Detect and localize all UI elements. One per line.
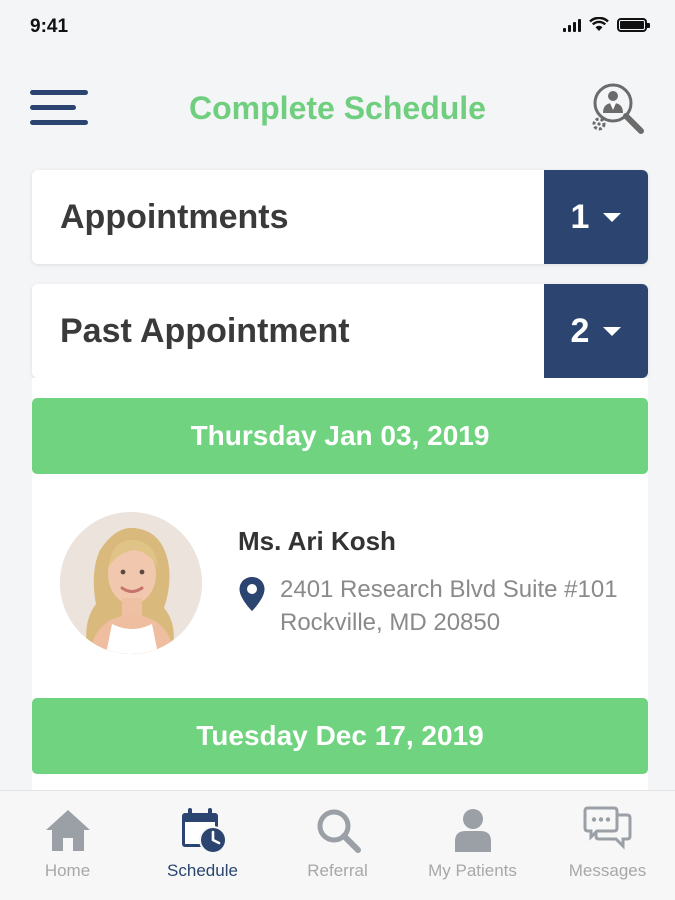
tab-my-patients[interactable]: My Patients [405, 791, 540, 900]
tab-referral-label: Referral [307, 861, 368, 880]
tab-referral[interactable]: Referral [270, 791, 405, 900]
tab-home-label: Home [44, 861, 91, 880]
address-line-1: 2401 Research Blvd Suite #101 [280, 576, 618, 603]
location-pin-icon [239, 577, 265, 611]
tab-home[interactable]: Home [0, 791, 135, 900]
past-appointment-count: 2 [570, 311, 590, 350]
tab-schedule-label: Schedule [167, 861, 238, 880]
status-icons [563, 17, 650, 32]
cellular-signal-icon [563, 18, 581, 32]
chat-bubbles-icon [583, 806, 631, 850]
person-icon [454, 809, 491, 852]
appointments-label: Appointments [60, 198, 289, 236]
past-appointment-section[interactable]: Past Appointment 2 [32, 284, 648, 378]
past-appointment-toggle[interactable]: 2 [544, 284, 648, 378]
doctor-name: Ms. Ari Kosh [238, 526, 396, 556]
bottom-tab-bar: Home Schedule Referral My Patients Messa… [0, 790, 675, 900]
doctor-search-icon [592, 83, 644, 134]
battery-icon [617, 17, 650, 32]
avatar [60, 512, 202, 654]
date-header: Thursday Jan 03, 2019 [32, 398, 648, 474]
appointments-section[interactable]: Appointments 1 [32, 170, 648, 264]
status-time: 9:41 [30, 16, 69, 37]
doctor-search-button[interactable] [589, 80, 647, 138]
past-appointment-label: Past Appointment [60, 312, 350, 350]
tab-schedule[interactable]: Schedule [135, 791, 270, 900]
date-header: Tuesday Dec 17, 2019 [32, 698, 648, 774]
chevron-down-icon [603, 326, 622, 336]
past-appointment-list: Thursday Jan 03, 2019 Ms. Ari Kosh 2401 … [32, 378, 648, 798]
appointments-toggle[interactable]: 1 [544, 170, 648, 264]
home-icon [45, 810, 90, 851]
page-title: Complete Schedule [189, 90, 486, 126]
tab-messages[interactable]: Messages [540, 791, 675, 900]
chevron-down-icon [603, 212, 622, 222]
wifi-icon [589, 17, 609, 31]
app-header: Complete Schedule [0, 72, 675, 144]
appointments-count: 1 [570, 197, 590, 236]
tab-my-patients-label: My Patients [428, 861, 517, 880]
appointment-card[interactable]: Ms. Ari Kosh 2401 Research Blvd Suite #1… [32, 476, 648, 676]
address-line-2: Rockville, MD 20850 [280, 609, 501, 636]
status-bar: 9:41 [0, 0, 675, 52]
calendar-clock-icon [181, 808, 227, 854]
search-icon [317, 809, 361, 853]
tab-messages-label: Messages [568, 861, 647, 880]
